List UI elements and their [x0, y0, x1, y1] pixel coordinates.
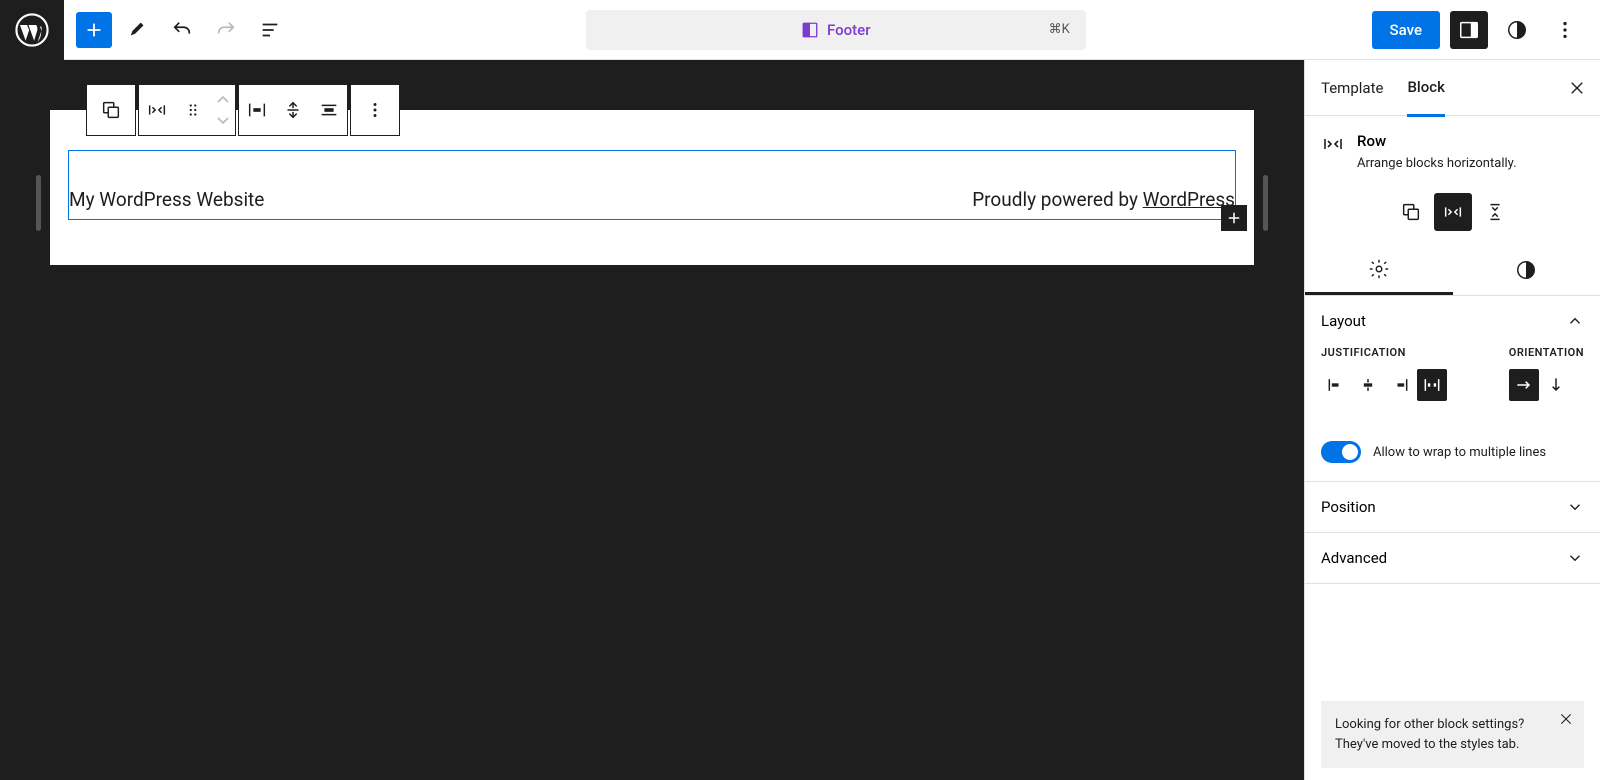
document-overview-button[interactable] — [252, 12, 288, 48]
drag-handle[interactable] — [175, 85, 211, 135]
canvas-area[interactable]: My WordPress Website Proudly powered by … — [0, 60, 1304, 780]
justify-button[interactable] — [239, 85, 275, 135]
settings-sidebar-toggle[interactable] — [1450, 11, 1488, 49]
tools-button[interactable] — [120, 12, 156, 48]
block-card: Row Arrange blocks horizontally. — [1305, 116, 1600, 187]
command-bar-label: Footer — [827, 21, 870, 39]
header-center: Footer ⌘K — [300, 10, 1372, 50]
options-menu[interactable] — [1546, 11, 1584, 49]
credit-prefix: Proudly powered by — [972, 188, 1142, 211]
variation-row[interactable] — [1434, 193, 1472, 231]
save-button[interactable]: Save — [1372, 11, 1440, 49]
sidebar-tabs: Template Block — [1305, 60, 1600, 116]
undo-button[interactable] — [164, 12, 200, 48]
block-movers[interactable] — [211, 85, 235, 135]
block-appender[interactable] — [1221, 205, 1247, 231]
justification-label: JUSTIFICATION — [1321, 346, 1447, 359]
header-left-tools — [64, 12, 300, 48]
block-description: Arrange blocks horizontally. — [1357, 156, 1517, 171]
styles-icon — [1515, 259, 1537, 281]
block-options-button[interactable] — [351, 85, 399, 135]
resize-handle-left[interactable] — [36, 175, 41, 231]
justify-space-between[interactable] — [1417, 369, 1447, 401]
chevron-down-icon — [1566, 498, 1584, 516]
site-title[interactable]: My WordPress Website — [69, 188, 264, 211]
block-inserter-button[interactable] — [76, 12, 112, 48]
chevron-up-icon — [1566, 312, 1584, 330]
orientation-vertical[interactable] — [1541, 369, 1571, 401]
settings-tab[interactable] — [1305, 245, 1453, 295]
wrap-toggle[interactable] — [1321, 441, 1361, 463]
styles-tab[interactable] — [1453, 245, 1600, 295]
resize-handle-right[interactable] — [1263, 175, 1268, 231]
tab-template[interactable]: Template — [1321, 61, 1383, 115]
command-bar[interactable]: Footer ⌘K — [586, 10, 1086, 50]
wrap-toggle-label: Allow to wrap to multiple lines — [1373, 445, 1546, 460]
select-parent-button[interactable] — [87, 85, 135, 135]
block-variations — [1305, 187, 1600, 245]
justify-right[interactable] — [1385, 369, 1415, 401]
justify-center[interactable] — [1353, 369, 1383, 401]
close-sidebar-button[interactable] — [1568, 79, 1586, 97]
variation-group[interactable] — [1392, 193, 1430, 231]
block-type-icon[interactable] — [139, 85, 175, 135]
header-right: Save — [1372, 11, 1600, 49]
advanced-panel: Advanced — [1305, 533, 1600, 584]
settings-sidebar: Template Block Row Arrange blocks horizo… — [1304, 60, 1600, 780]
layout-panel: Layout JUSTIFICATION ORIE — [1305, 296, 1600, 482]
orientation-label: ORIENTATION — [1509, 346, 1584, 359]
chevron-down-icon — [1566, 549, 1584, 567]
wrap-toggle-row: Allow to wrap to multiple lines — [1305, 427, 1600, 481]
move-up-icon[interactable] — [216, 90, 230, 110]
notice-dismiss[interactable] — [1558, 711, 1574, 727]
block-toolbar — [86, 84, 400, 136]
command-bar-shortcut: ⌘K — [1049, 22, 1070, 37]
position-panel: Position — [1305, 482, 1600, 533]
advanced-panel-toggle[interactable]: Advanced — [1305, 533, 1600, 583]
editor-header: Footer ⌘K Save — [0, 0, 1600, 60]
wp-logo[interactable] — [0, 0, 64, 60]
orientation-horizontal[interactable] — [1509, 369, 1539, 401]
width-button[interactable] — [311, 85, 347, 135]
styles-toggle[interactable] — [1498, 11, 1536, 49]
tab-block[interactable]: Block — [1407, 60, 1444, 117]
position-panel-toggle[interactable]: Position — [1305, 482, 1600, 532]
footer-template-part[interactable]: My WordPress Website Proudly powered by … — [50, 110, 1254, 265]
gear-icon — [1368, 258, 1390, 280]
editor-main: My WordPress Website Proudly powered by … — [0, 60, 1600, 780]
move-down-icon[interactable] — [216, 110, 230, 130]
align-button[interactable] — [275, 85, 311, 135]
inspector-tabs — [1305, 245, 1600, 296]
site-credit[interactable]: Proudly powered by WordPress — [972, 188, 1235, 211]
variation-stack[interactable] — [1476, 193, 1514, 231]
row-block[interactable]: My WordPress Website Proudly powered by … — [68, 150, 1236, 220]
block-title: Row — [1357, 132, 1517, 150]
redo-button[interactable] — [208, 12, 244, 48]
styles-notice: Looking for other block settings? They'v… — [1321, 701, 1584, 768]
layout-panel-toggle[interactable]: Layout — [1305, 296, 1600, 346]
row-icon — [1321, 132, 1345, 156]
justify-left[interactable] — [1321, 369, 1351, 401]
template-part-icon — [801, 21, 819, 39]
